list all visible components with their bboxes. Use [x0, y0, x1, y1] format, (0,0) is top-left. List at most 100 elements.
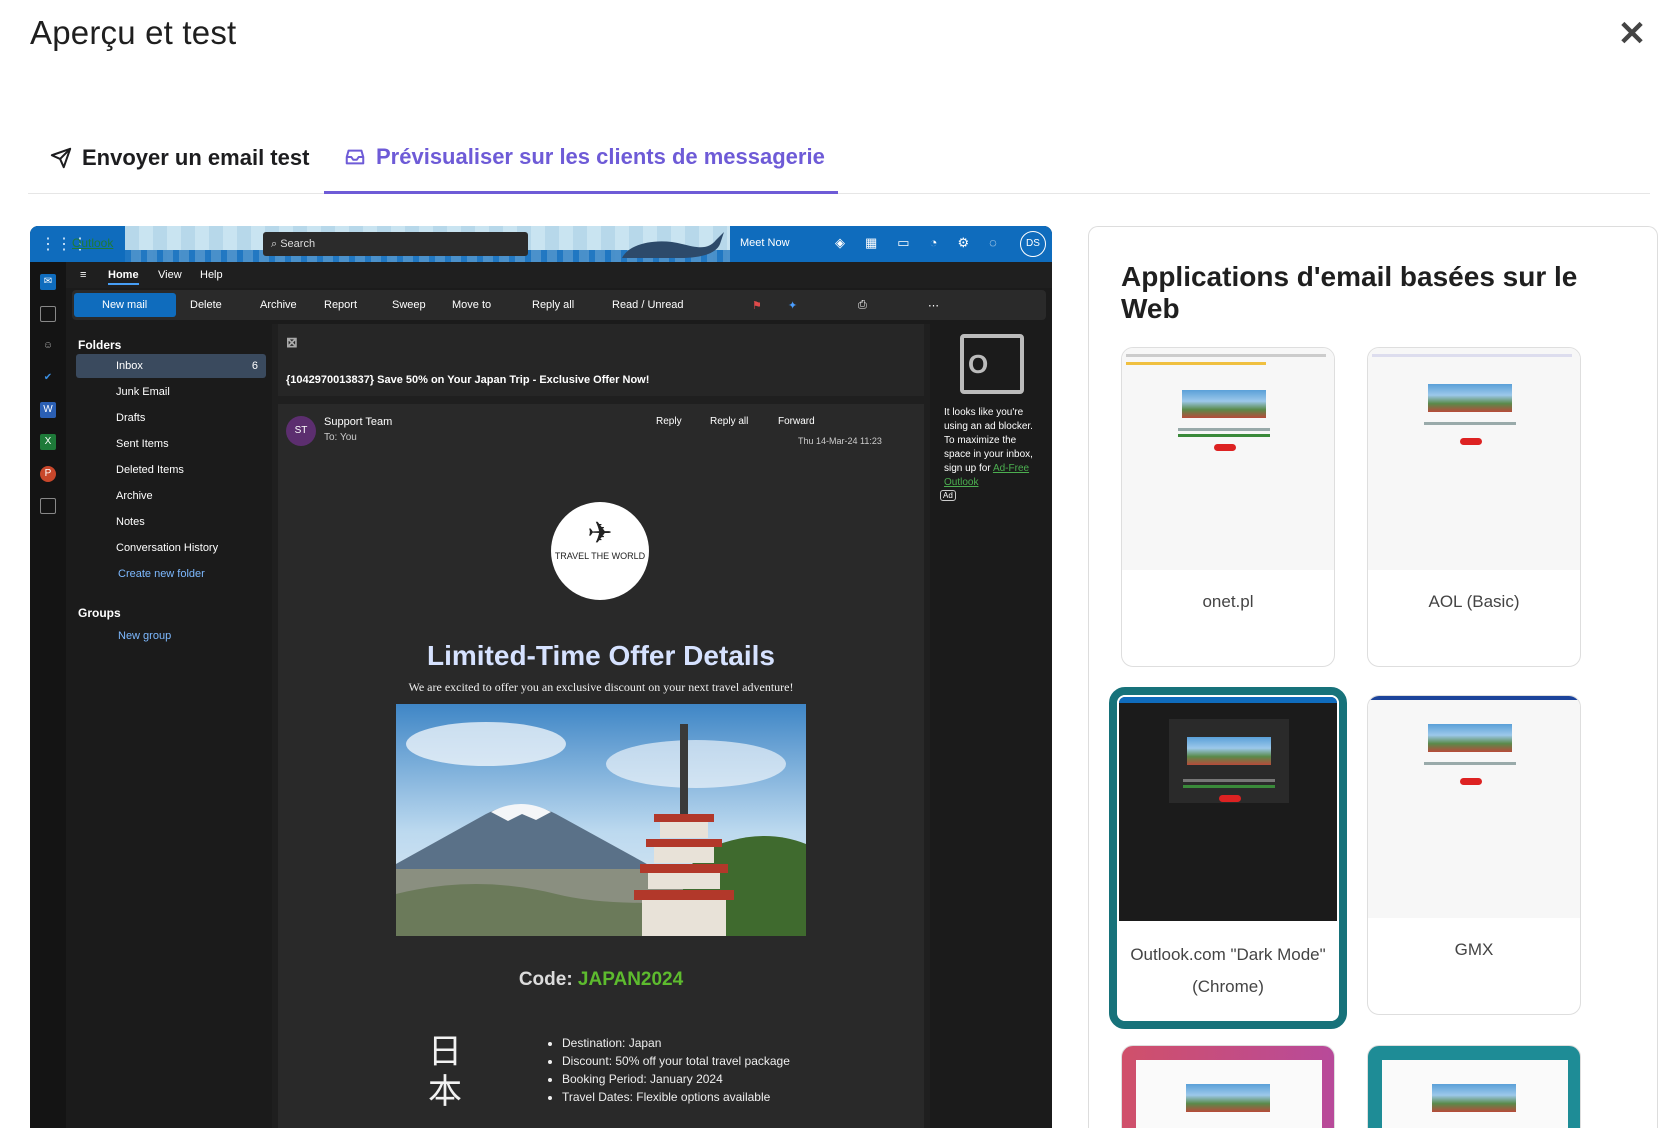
offer-title: Limited-Time Offer Details: [426, 640, 775, 671]
delete-button[interactable]: Delete: [190, 299, 222, 311]
client-card-aol[interactable]: AOL (Basic): [1367, 347, 1581, 667]
ad-message: It looks like you're using an ad blocker…: [944, 406, 1044, 490]
sender-name[interactable]: Support Team: [324, 416, 392, 428]
new-mail-button[interactable]: New mail: [74, 293, 176, 317]
powerpoint-icon[interactable]: P: [40, 466, 56, 482]
client-thumbnail: [1136, 1060, 1322, 1128]
folder-archive[interactable]: Archive: [76, 484, 266, 508]
new-group-link[interactable]: New group: [118, 630, 171, 642]
ad-pane: O It looks like you're using an ad block…: [936, 324, 1052, 1128]
tab-preview-clients[interactable]: Prévisualiser sur les clients de message…: [324, 122, 838, 194]
message-date: Thu 14-Mar-24 11:23: [798, 436, 882, 446]
app-rail: ✉ ☺ ✔ W X P: [30, 262, 66, 1128]
code-label: Code:: [518, 969, 573, 990]
ribbon: New mail Delete Archive Report Sweep Mov…: [72, 290, 1046, 320]
menu-view[interactable]: View: [158, 269, 182, 281]
reply-button[interactable]: Reply: [656, 416, 682, 427]
notes-icon[interactable]: ▦: [865, 235, 877, 251]
menu-home[interactable]: Home: [108, 269, 139, 285]
client-label: GMX: [1454, 940, 1494, 959]
email-subject: {1042970013837} Save 50% on Your Japan T…: [286, 374, 650, 386]
apps-icon[interactable]: [40, 498, 56, 514]
menu-help[interactable]: Help: [200, 269, 223, 281]
to-label: To:: [324, 432, 338, 443]
airplane-icon: ✈: [587, 517, 613, 550]
code-value: JAPAN2024: [577, 969, 684, 990]
lightbulb-icon[interactable]: ◌: [989, 235, 997, 251]
list-item: Discount: 50% off your total travel pack…: [562, 1052, 790, 1070]
word-icon[interactable]: W: [40, 402, 56, 418]
client-card-onet[interactable]: onet.pl: [1121, 347, 1335, 667]
bell-icon[interactable]: ◔: [930, 235, 938, 251]
flag-icon[interactable]: ⚑: [752, 299, 762, 312]
sender-avatar: ST: [286, 416, 316, 446]
client-card-partial-1[interactable]: [1121, 1045, 1335, 1128]
modal-title: Aperçu et test: [30, 14, 237, 51]
client-card-outlook-dark[interactable]: Outlook.com "Dark Mode" (Chrome): [1109, 687, 1347, 1029]
create-folder-link[interactable]: Create new folder: [118, 568, 205, 580]
people-icon[interactable]: ☺: [40, 338, 56, 354]
offer-details-list: Destination: Japan Discount: 50% off you…: [548, 1034, 790, 1106]
read-unread-button[interactable]: Read / Unread: [612, 299, 684, 311]
gear-icon[interactable]: ⚙: [957, 235, 969, 251]
hamburger-icon[interactable]: ≡: [80, 269, 86, 281]
move-to-button[interactable]: Move to: [452, 299, 491, 311]
client-thumbnail: [1382, 1060, 1568, 1128]
teams-icon[interactable]: ◈: [835, 235, 845, 251]
ad-badge: Ad: [940, 490, 956, 501]
avatar[interactable]: DS: [1020, 231, 1046, 257]
print-icon[interactable]: ⎙: [858, 299, 867, 312]
kanji-graphic: 日本: [428, 1032, 462, 1112]
close-message-icon[interactable]: ⊠: [286, 334, 298, 351]
feedback-icon[interactable]: ▭: [897, 235, 909, 251]
top-icons: ◈ ▦ ▭ ◔ ⚙ ◌: [835, 235, 997, 251]
sweep-button[interactable]: Sweep: [392, 299, 426, 311]
selected-card-inner: Outlook.com "Dark Mode" (Chrome): [1117, 695, 1339, 1021]
client-thumbnail: [1368, 696, 1580, 918]
more-icon[interactable]: ⋯: [928, 299, 939, 312]
reply-all-ribbon-button[interactable]: Reply all: [532, 299, 574, 311]
japan-hero-image: [396, 704, 806, 936]
folder-junk[interactable]: Junk Email: [76, 380, 266, 404]
tab-bar: Envoyer un email test Prévisualiser sur …: [28, 122, 1650, 194]
recipient-line: To: You: [324, 432, 357, 443]
client-label: Outlook.com "Dark Mode" (Chrome): [1130, 945, 1326, 996]
offer-subtitle: We are excited to offer you an exclusive…: [408, 680, 794, 694]
tab-send-test-email[interactable]: Envoyer un email test: [50, 122, 309, 194]
forward-button[interactable]: Forward: [778, 416, 815, 427]
send-icon: [50, 147, 72, 169]
groups-header[interactable]: Groups: [78, 606, 121, 620]
client-card-gmx[interactable]: GMX: [1367, 695, 1581, 1015]
client-thumbnail: [1119, 697, 1337, 921]
calendar-icon[interactable]: [40, 306, 56, 322]
folder-pane: Folders Inbox 6 Junk Email Drafts Sent It…: [66, 324, 266, 1128]
tab-label: Prévisualiser sur les clients de message…: [376, 143, 825, 169]
excel-icon[interactable]: X: [40, 434, 56, 450]
panel-title: Applications d'email basées sur le Web: [1121, 261, 1578, 324]
close-icon[interactable]: ✕: [1614, 16, 1650, 52]
client-thumbnail: [1368, 348, 1580, 570]
unread-count: 6: [251, 360, 258, 372]
client-card-partial-2[interactable]: [1367, 1045, 1581, 1128]
outlook-brand[interactable]: Outlook: [72, 236, 113, 250]
logo-text: TRAVEL THE WORLD: [554, 551, 646, 561]
folder-conversation-history[interactable]: Conversation History: [76, 536, 266, 560]
folder-drafts[interactable]: Drafts: [76, 406, 266, 430]
client-thumbnail: [1122, 348, 1334, 570]
reading-pane: ⊠ {1042970013837} Save 50% on Your Japan…: [272, 324, 930, 1128]
report-button[interactable]: Report: [324, 299, 357, 311]
folder-sent[interactable]: Sent Items: [76, 432, 266, 456]
archive-button[interactable]: Archive: [260, 299, 297, 311]
meet-now-button[interactable]: Meet Now: [740, 237, 790, 249]
reply-all-button[interactable]: Reply all: [710, 416, 748, 427]
folder-inbox[interactable]: Inbox 6: [76, 354, 266, 378]
list-item: Booking Period: January 2024: [562, 1070, 790, 1088]
search-input[interactable]: ⌕ Search: [263, 232, 528, 256]
todo-icon[interactable]: ✔: [40, 370, 56, 386]
folders-header[interactable]: Folders: [78, 338, 121, 352]
folder-notes[interactable]: Notes: [76, 510, 266, 534]
clients-panel: Applications d'email basées sur le Web o…: [1088, 226, 1658, 1128]
pin-icon[interactable]: ✦: [788, 299, 797, 312]
folder-deleted[interactable]: Deleted Items: [76, 458, 266, 482]
mail-icon[interactable]: ✉: [40, 274, 56, 290]
